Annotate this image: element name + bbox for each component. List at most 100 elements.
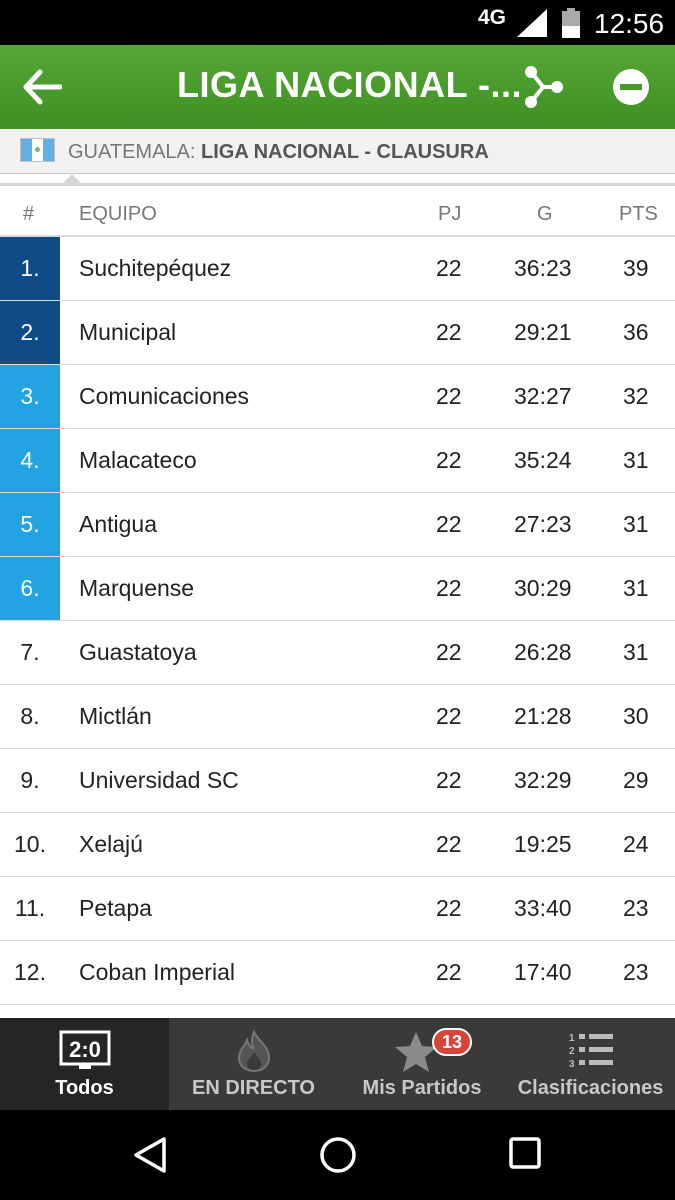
flame-icon — [237, 1030, 270, 1072]
table-row[interactable]: 2. Municipal 22 29:21 36 — [0, 301, 675, 365]
points-cell: 30 — [623, 703, 649, 729]
goals-cell: 35:24 — [514, 447, 572, 473]
points-cell: 31 — [623, 639, 649, 665]
team-name: Municipal — [79, 319, 177, 345]
points-cell: 39 — [623, 255, 649, 281]
recents-square-icon[interactable] — [508, 1136, 542, 1170]
points-cell: 24 — [623, 831, 649, 857]
played-cell: 22 — [436, 831, 462, 857]
scoreboard-text: 2:0 — [69, 1037, 101, 1062]
goals-cell: 26:28 — [514, 639, 572, 665]
team-name: Suchitepéquez — [79, 255, 232, 281]
tab-clasificaciones[interactable]: 1 2 3 Clasificaciones — [506, 1018, 675, 1110]
clock: 12:56 — [594, 8, 665, 39]
table-header: # EQUIPO PJ G PTS — [0, 189, 675, 237]
status-bar: 4G 12:56 — [0, 0, 675, 45]
tab-label: Clasificaciones — [517, 1077, 664, 1099]
back-triangle-icon[interactable] — [132, 1136, 168, 1174]
points-cell: 31 — [623, 447, 649, 473]
team-name: Comunicaciones — [79, 383, 250, 409]
rank-cell: 7. — [20, 639, 40, 665]
breadcrumb-country: GUATEMALA: — [68, 141, 196, 163]
table-row[interactable]: 7. Guastatoya 22 26:28 31 — [0, 621, 675, 685]
col-points: PTS — [619, 203, 658, 225]
svg-text:3: 3 — [569, 1059, 575, 1070]
team-name: Marquense — [79, 575, 195, 601]
table-row[interactable]: 3. Comunicaciones 22 32:27 32 — [0, 365, 675, 429]
home-circle-icon[interactable] — [319, 1136, 357, 1174]
tab-todos[interactable]: 2:0 Todos — [0, 1018, 169, 1110]
ranked-list-icon: 1 2 3 — [569, 1033, 613, 1070]
points-cell: 29 — [623, 767, 649, 793]
page-title: LIGA NACIONAL -... — [177, 64, 522, 105]
col-goals: G — [537, 203, 553, 225]
remove-favorite-icon[interactable] — [612, 68, 650, 106]
rank-cell: 10. — [14, 831, 46, 857]
table-row[interactable]: 8. Mictlán 22 21:28 30 — [0, 685, 675, 749]
battery-icon — [562, 8, 580, 38]
tab-mis-partidos[interactable]: Mis Partidos — [338, 1018, 506, 1110]
team-name: Guastatoya — [79, 639, 197, 665]
team-name: Xelajú — [79, 831, 143, 857]
played-cell: 22 — [436, 703, 462, 729]
table-row[interactable]: 4. Malacateco 22 35:24 31 — [0, 429, 675, 493]
app-bar: LIGA NACIONAL -... — [0, 45, 675, 129]
back-arrow-icon[interactable] — [22, 69, 62, 105]
played-cell: 22 — [436, 959, 462, 985]
rank-cell: 3. — [0, 365, 60, 428]
rank-cell: 11. — [14, 895, 46, 921]
tab-label: EN DIRECTO — [192, 1077, 315, 1099]
played-cell: 22 — [436, 319, 462, 345]
goals-cell: 29:21 — [514, 319, 572, 345]
tab-label: Todos — [55, 1077, 114, 1099]
points-cell: 31 — [623, 575, 649, 601]
played-cell: 22 — [436, 447, 462, 473]
played-cell: 22 — [436, 255, 462, 281]
points-cell: 23 — [623, 959, 649, 985]
col-rank: # — [23, 203, 35, 225]
played-cell: 22 — [436, 383, 462, 409]
scoreboard-icon: 2:0 — [59, 1030, 110, 1069]
rank-cell: 4. — [0, 429, 60, 492]
table-row[interactable]: 5. Antigua 22 27:23 31 — [0, 493, 675, 557]
divider — [0, 183, 675, 186]
tab-label: Mis Partidos — [362, 1077, 482, 1099]
table-row[interactable]: 10. Xelajú 22 19:25 24 — [0, 813, 675, 877]
table-row[interactable]: 11. Petapa 22 33:40 23 — [0, 877, 675, 941]
col-played: PJ — [438, 203, 462, 225]
team-name: Mictlán — [79, 703, 152, 729]
team-name: Malacateco — [79, 447, 197, 473]
breadcrumb-pointer — [60, 174, 84, 186]
points-cell: 23 — [623, 895, 649, 921]
goals-cell: 33:40 — [514, 895, 572, 921]
team-name: Antigua — [79, 511, 158, 537]
points-cell: 32 — [623, 383, 649, 409]
goals-cell: 27:23 — [514, 511, 572, 537]
svg-text:2: 2 — [569, 1046, 575, 1057]
rank-cell: 9. — [20, 767, 40, 793]
tab-en-directo[interactable]: EN DIRECTO — [169, 1018, 338, 1110]
rank-cell: 5. — [0, 493, 60, 556]
table-row[interactable]: 1. Suchitepéquez 22 36:23 39 — [0, 237, 675, 301]
played-cell: 22 — [436, 639, 462, 665]
breadcrumb[interactable]: GUATEMALA: LIGA NACIONAL - CLAUSURA — [0, 129, 675, 174]
goals-cell: 17:40 — [514, 959, 572, 985]
table-row[interactable]: 9. Universidad SC 22 32:29 29 — [0, 749, 675, 813]
breadcrumb-league: LIGA NACIONAL - CLAUSURA — [201, 141, 489, 163]
rank-cell: 12. — [14, 959, 46, 985]
table-row[interactable]: 6. Marquense 22 30:29 31 — [0, 557, 675, 621]
signal-icon — [517, 9, 547, 37]
notification-badge: 13 — [432, 1028, 472, 1056]
svg-text:1: 1 — [569, 1033, 575, 1044]
rank-cell: 1. — [0, 237, 60, 300]
team-name: Petapa — [79, 895, 152, 921]
guatemala-flag-icon — [20, 138, 55, 162]
goals-cell: 19:25 — [514, 831, 572, 857]
share-icon[interactable] — [523, 65, 563, 109]
breadcrumb-text: GUATEMALA: LIGA NACIONAL - CLAUSURA — [68, 141, 489, 164]
goals-cell: 21:28 — [514, 703, 572, 729]
played-cell: 22 — [436, 511, 462, 537]
network-type: 4G — [478, 6, 507, 29]
system-nav-bar — [0, 1110, 675, 1200]
table-row[interactable]: 12. Coban Imperial 22 17:40 23 — [0, 941, 675, 1005]
